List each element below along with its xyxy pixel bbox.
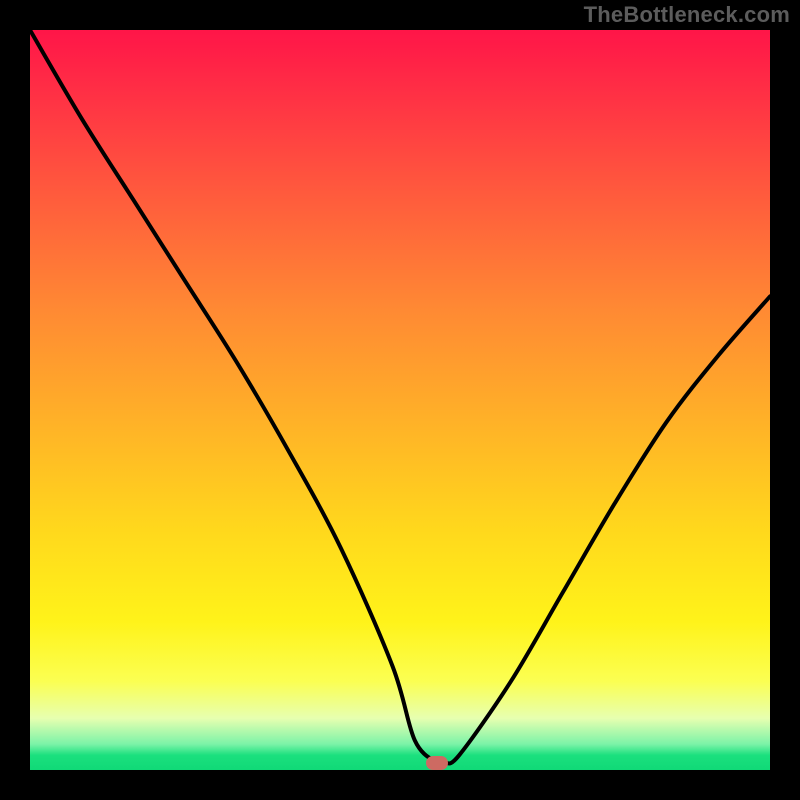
plot-area: [30, 30, 770, 770]
bottleneck-curve-path: [30, 30, 770, 765]
optimal-point-marker: [426, 756, 448, 770]
chart-frame: TheBottleneck.com: [0, 0, 800, 800]
bottleneck-curve: [30, 30, 770, 770]
watermark-text: TheBottleneck.com: [584, 2, 790, 28]
